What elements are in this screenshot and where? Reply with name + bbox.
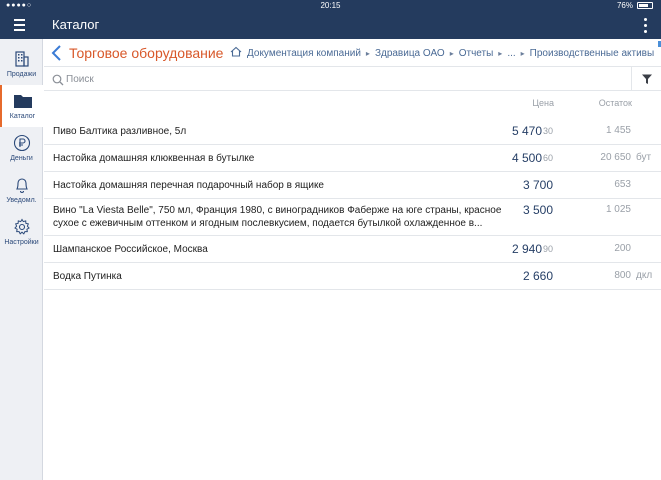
bell-icon [11, 174, 33, 196]
table-row[interactable]: Пиво Балтика разливное, 5л 5 470 30 1 45… [44, 118, 661, 145]
table-row[interactable]: Настойка домашняя клюквенная в бутылке 4… [44, 145, 661, 172]
product-stock: 1 455 [605, 125, 631, 136]
sidebar-item-sales[interactable]: Продажи [0, 43, 43, 85]
status-time: 20:15 [320, 1, 341, 10]
sidebar-item-money[interactable]: Деньги [0, 127, 43, 169]
product-price-fraction: 60 [543, 153, 554, 163]
product-price: 2 940 [511, 242, 542, 256]
table-row[interactable]: Шампанское Российское, Москва 2 940 90 2… [44, 236, 661, 263]
product-price-fraction: 30 [543, 126, 554, 136]
breadcrumb-item[interactable]: Производственные активы [530, 48, 655, 59]
product-price: 2 660 [522, 269, 553, 283]
product-name: Настойка домашняя перечная подарочный на… [53, 180, 324, 191]
home-icon[interactable] [230, 46, 242, 60]
product-name: Водка Путинка [53, 271, 122, 282]
sidebar-item-label: Каталог [9, 113, 36, 120]
sidebar-item-label: Настройки [4, 239, 39, 246]
product-stock: 20 650 [600, 152, 631, 163]
more-options-button[interactable] [639, 16, 651, 34]
product-price-fraction: 90 [543, 244, 554, 254]
sidebar-item-label: Деньги [10, 155, 33, 162]
sidebar-item-settings[interactable]: Настройки [0, 211, 43, 253]
title-bar: Торговое оборудование Документация компа… [44, 39, 661, 67]
battery-percent: 76% [616, 1, 633, 10]
breadcrumb-item[interactable]: Здравица ОАО [375, 48, 445, 59]
product-name: Настойка домашняя клюквенная в бутылке [53, 153, 255, 164]
product-stock: 1 025 [605, 204, 631, 215]
ruble-icon [11, 132, 33, 154]
sidebar-item-label: Уведомл. [6, 197, 37, 204]
column-header-stock: Остаток [598, 98, 632, 108]
product-price: 3 500 [522, 203, 553, 217]
breadcrumb: Документация компаний ▸ Здравица ОАО ▸ О… [230, 39, 654, 67]
column-header-price: Цена [532, 98, 554, 108]
chevron-right-icon: ▸ [449, 48, 454, 58]
table-row[interactable]: Водка Путинка 2 660 800 дкл [44, 263, 661, 290]
product-unit: бут [636, 152, 652, 163]
breadcrumb-item[interactable]: Отчеты [459, 48, 494, 59]
battery-icon [637, 2, 653, 9]
battery-indicator: 76% [617, 0, 653, 11]
product-price: 5 470 [511, 124, 542, 138]
filter-button[interactable] [631, 67, 661, 91]
sidebar: Продажи Каталог Деньги Уведомл. Настройк… [0, 39, 43, 480]
product-name: Пиво Балтика разливное, 5л [53, 126, 187, 137]
product-stock: 800 [614, 270, 631, 281]
product-name: Шампанское Российское, Москва [53, 244, 208, 255]
product-price: 3 700 [522, 178, 553, 192]
chevron-right-icon: ▸ [365, 48, 370, 58]
product-stock: 653 [614, 179, 631, 190]
chevron-right-icon: ▸ [498, 48, 503, 58]
app-title: Каталог [52, 17, 100, 32]
product-list: Пиво Балтика разливное, 5л 5 470 30 1 45… [44, 118, 661, 290]
product-name: Вино "La Viesta Belle", 750 мл, Франция … [53, 205, 502, 229]
folder-icon [12, 90, 34, 112]
sidebar-item-notifications[interactable]: Уведомл. [0, 169, 43, 211]
status-bar: ●●●●○ 20:15 76% [0, 0, 661, 11]
app-header: Каталог [0, 11, 661, 39]
search-bar [44, 67, 661, 91]
sidebar-item-label: Продажи [6, 71, 37, 78]
breadcrumb-item[interactable]: Документация компаний [247, 48, 361, 59]
page-title: Торговое оборудование [69, 45, 224, 61]
building-icon [11, 48, 33, 70]
product-price: 4 500 [511, 151, 542, 165]
hamburger-menu-button[interactable] [7, 15, 31, 35]
product-stock: 200 [614, 243, 631, 254]
main-content: Торговое оборудование Документация компа… [44, 39, 661, 480]
sidebar-item-catalog[interactable]: Каталог [0, 85, 43, 127]
product-unit: дкл [636, 270, 653, 281]
chevron-left-icon [51, 45, 61, 61]
table-row[interactable]: Вино "La Viesta Belle", 750 мл, Франция … [44, 199, 661, 236]
chevron-right-icon: ▸ [520, 48, 525, 58]
back-button[interactable] [50, 44, 64, 62]
table-row[interactable]: Настойка домашняя перечная подарочный на… [44, 172, 661, 199]
filter-icon [641, 74, 652, 84]
gear-icon [11, 216, 33, 238]
search-input[interactable] [66, 70, 626, 88]
breadcrumb-item[interactable]: ... [507, 48, 515, 59]
search-icon [52, 73, 64, 86]
